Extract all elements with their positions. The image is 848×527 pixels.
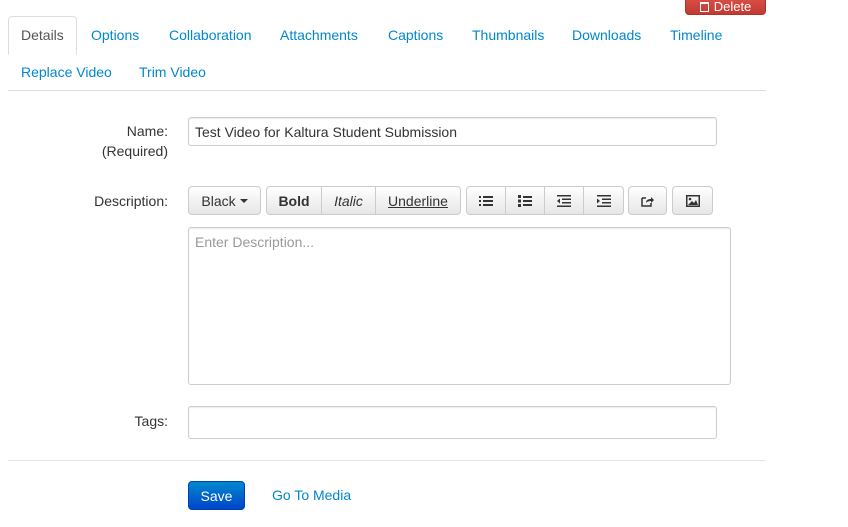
tab-collaboration[interactable]: Collaboration: [169, 27, 252, 43]
description-textarea[interactable]: [188, 227, 731, 385]
color-group: Black: [188, 186, 261, 215]
image-group: [672, 186, 713, 215]
ordered-list-icon: [518, 194, 532, 207]
link-group: [628, 186, 667, 215]
tab-downloads[interactable]: Downloads: [572, 27, 641, 43]
tab-attachments[interactable]: Attachments: [280, 27, 358, 43]
tab-timeline[interactable]: Timeline: [670, 27, 722, 43]
tab-replace-video[interactable]: Replace Video: [21, 64, 112, 80]
tab-details[interactable]: Details: [8, 16, 77, 55]
insert-link-button[interactable]: [628, 186, 667, 215]
font-color-dropdown[interactable]: Black: [188, 186, 261, 215]
save-button[interactable]: Save: [188, 481, 245, 510]
ordered-list-button[interactable]: [506, 186, 545, 215]
italic-button[interactable]: Italic: [322, 186, 376, 215]
tags-input[interactable]: [188, 406, 717, 439]
name-required-note: (Required): [101, 143, 168, 159]
indent-icon: [596, 194, 611, 207]
tab-thumbnails[interactable]: Thumbnails: [472, 27, 544, 43]
outdent-button[interactable]: [545, 186, 584, 215]
name-label: Name:: [126, 123, 168, 139]
outdent-icon: [557, 194, 571, 207]
description-label: Description:: [94, 193, 168, 209]
image-icon: [685, 194, 700, 207]
tabs-divider: [8, 90, 766, 91]
caret-down-icon: [239, 198, 248, 203]
trash-icon: [699, 1, 709, 12]
insert-image-button[interactable]: [672, 186, 713, 215]
name-input[interactable]: [188, 117, 717, 146]
form-divider: [8, 460, 766, 461]
list-group: [466, 186, 624, 215]
tags-label: Tags:: [134, 413, 168, 429]
go-to-media-link[interactable]: Go To Media: [272, 487, 351, 503]
tab-options[interactable]: Options: [91, 27, 139, 43]
tab-captions[interactable]: Captions: [388, 27, 443, 43]
delete-button[interactable]: Delete: [685, 0, 766, 15]
indent-button[interactable]: [584, 186, 624, 215]
bold-button[interactable]: Bold: [266, 186, 322, 215]
link-icon: [640, 196, 654, 207]
underline-button[interactable]: Underline: [376, 186, 461, 215]
unordered-list-button[interactable]: [466, 186, 506, 215]
tab-trim-video[interactable]: Trim Video: [139, 64, 206, 80]
font-color-label: Black: [201, 192, 236, 209]
delete-button-label: Delete: [713, 0, 752, 14]
tab-details-label: Details: [21, 27, 64, 43]
unordered-list-icon: [479, 195, 493, 206]
format-group: Bold Italic Underline: [266, 186, 461, 215]
